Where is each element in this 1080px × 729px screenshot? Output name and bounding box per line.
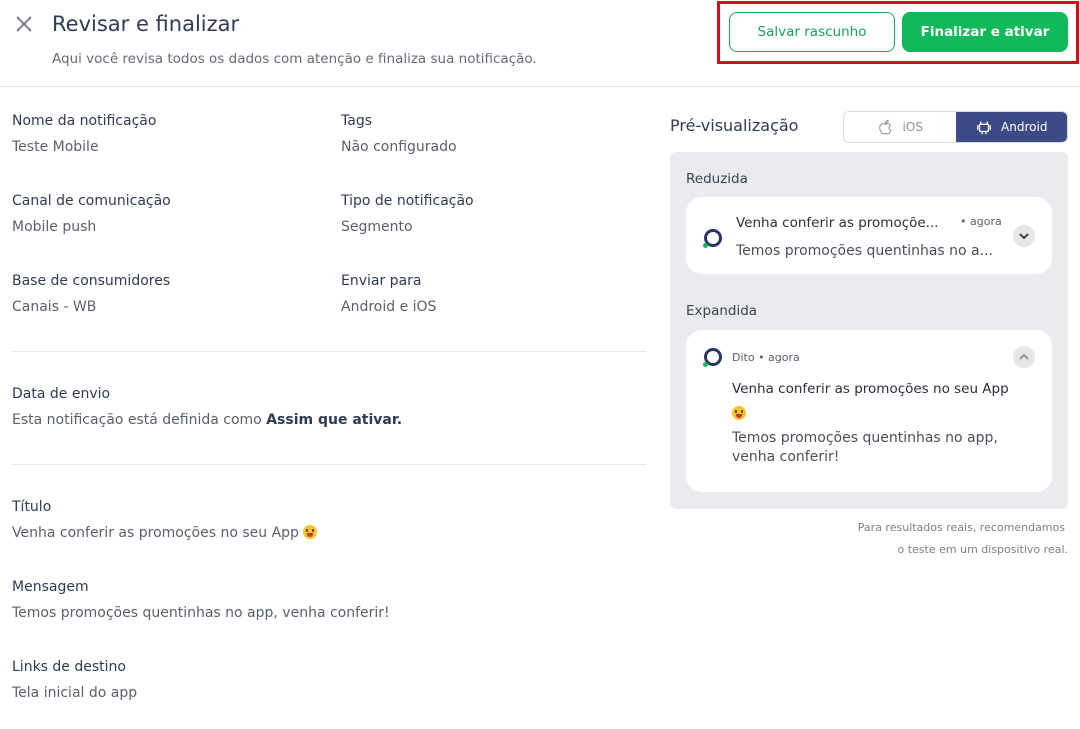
- expanded-meta: Dito • agora: [732, 351, 800, 364]
- date-bold: Assim que ativar.: [266, 412, 403, 428]
- android-icon: [977, 121, 992, 135]
- preview-panel: Reduzida Venha conferir as promoçõe... •…: [670, 152, 1068, 509]
- platform-toggle: iOS Android: [843, 111, 1068, 143]
- channel-value: Mobile push: [12, 219, 97, 235]
- chevron-up-icon[interactable]: [1013, 346, 1035, 368]
- reduced-label: Reduzida: [686, 171, 748, 187]
- page-title: Revisar e finalizar: [52, 12, 240, 36]
- close-icon[interactable]: [14, 14, 34, 34]
- reduced-title: Venha conferir as promoçõe...: [736, 215, 939, 231]
- expanded-label: Expandida: [686, 303, 758, 319]
- save-draft-button[interactable]: Salvar rascunho: [729, 12, 895, 52]
- reduced-text: Temos promoções quentinhas no a...: [736, 243, 993, 259]
- footnote-line-2: o teste em um dispositivo real.: [897, 543, 1069, 556]
- base-value: Canais - WB: [12, 299, 97, 315]
- page-header: Revisar e finalizar Aqui você revisa tod…: [0, 0, 1080, 87]
- chevron-down-icon[interactable]: [1013, 225, 1035, 247]
- tags-label: Tags: [341, 113, 372, 129]
- app-logo-icon: [703, 229, 722, 248]
- message-label: Mensagem: [12, 579, 89, 595]
- expanded-text-line-2: venha conferir!: [732, 449, 840, 465]
- ios-toggle-option[interactable]: iOS: [844, 112, 956, 142]
- name-label: Nome da notificação: [12, 113, 157, 129]
- apple-icon: [878, 119, 891, 135]
- preview-title: Pré-visualização: [670, 116, 799, 135]
- name-value: Teste Mobile: [12, 139, 99, 155]
- expanded-notification-card: Dito • agora Venha conferir as promoções…: [686, 330, 1052, 492]
- ios-label: iOS: [902, 120, 923, 134]
- divider: [12, 464, 646, 465]
- reduced-notification-card: Venha conferir as promoçõe... • agora Te…: [686, 197, 1052, 274]
- reduced-time: • agora: [960, 215, 1002, 228]
- date-label: Data de envio: [12, 386, 111, 402]
- base-label: Base de consumidores: [12, 273, 171, 289]
- title-value: Venha conferir as promoções no seu App: [12, 525, 317, 541]
- send-to-value: Android e iOS: [341, 299, 437, 315]
- grinning-emoji-icon: [732, 406, 746, 420]
- tags-value: Não configurado: [341, 139, 457, 155]
- app-logo-icon: [703, 348, 722, 367]
- title-label: Título: [12, 499, 52, 515]
- channel-label: Canal de comunicação: [12, 193, 171, 209]
- page-subtitle: Aqui você revisa todos os dados com aten…: [52, 51, 537, 67]
- grinning-emoji-icon: [302, 525, 317, 539]
- expanded-text-line-1: Temos promoções quentinhas no app,: [732, 430, 998, 446]
- message-value: Temos promoções quentinhas no app, venha…: [12, 605, 390, 621]
- type-value: Segmento: [341, 219, 413, 235]
- date-prefix: Esta notificação está definida como: [12, 412, 262, 428]
- links-label: Links de destino: [12, 659, 126, 675]
- send-to-label: Enviar para: [341, 273, 422, 289]
- android-toggle-option[interactable]: Android: [955, 112, 1067, 142]
- type-label: Tipo de notificação: [341, 193, 474, 209]
- expanded-emoji: [732, 403, 746, 422]
- finalize-activate-button[interactable]: Finalizar e ativar: [902, 12, 1068, 52]
- android-label: Android: [1001, 120, 1048, 134]
- date-value: Esta notificação está definida como Assi…: [12, 412, 402, 428]
- title-text: Venha conferir as promoções no seu App: [12, 525, 299, 541]
- footnote-line-1: Para resultados reais, recomendamos: [857, 521, 1065, 534]
- expanded-title: Venha conferir as promoções no seu App: [732, 381, 1009, 397]
- links-value: Tela inicial do app: [12, 685, 138, 701]
- divider: [12, 351, 646, 352]
